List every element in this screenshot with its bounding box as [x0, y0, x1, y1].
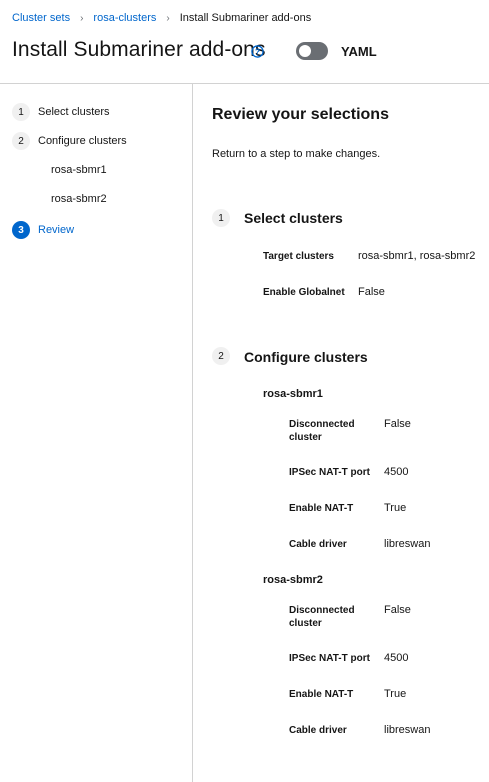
step-number: 2	[12, 132, 30, 150]
review-title: Review your selections	[212, 106, 389, 123]
label-line: cluster	[289, 432, 322, 443]
target-clusters-value: rosa-sbmr1, rosa-sbmr2	[358, 250, 476, 262]
cable-driver-value: libreswan	[384, 724, 431, 736]
nav-step-label: Review	[38, 224, 75, 236]
breadcrumb-rosa-clusters-link[interactable]: rosa-clusters	[93, 12, 156, 24]
cluster-name-rosa-sbmr2: rosa-sbmr2	[263, 574, 323, 586]
help-icon[interactable]: ?	[251, 45, 264, 58]
disconnected-cluster-value: False	[384, 418, 411, 430]
enable-globalnet-label: Enable Globalnet	[263, 287, 345, 298]
yaml-toggle-label: YAML	[341, 44, 377, 59]
nav-step-configure-clusters[interactable]: 2 Configure clusters	[12, 132, 127, 150]
enable-globalnet-value: False	[358, 286, 385, 298]
yaml-toggle[interactable]	[296, 42, 328, 60]
chevron-right-icon: ›	[80, 12, 84, 24]
step-number: 1	[12, 103, 30, 121]
section-number: 1	[212, 209, 230, 227]
breadcrumb-current: Install Submariner add-ons	[179, 12, 312, 24]
nav-sub-item-rosa-sbmr1[interactable]: rosa-sbmr1	[51, 164, 107, 176]
enable-nat-t-label: Enable NAT-T	[289, 689, 354, 700]
toggle-knob	[299, 45, 311, 57]
target-clusters-label: Target clusters	[263, 251, 334, 262]
label-line: Disconnected	[289, 419, 355, 430]
nav-step-label: Configure clusters	[38, 135, 127, 147]
chevron-right-icon: ›	[166, 12, 170, 24]
review-panel: Review your selections Return to a step …	[193, 84, 489, 782]
ipsec-nat-t-port-label: IPSec NAT-T port	[289, 653, 370, 664]
breadcrumb: Cluster sets › rosa-clusters › Install S…	[12, 12, 311, 24]
cable-driver-value: libreswan	[384, 538, 431, 550]
page-header: Cluster sets › rosa-clusters › Install S…	[0, 0, 489, 84]
svg-text:?: ?	[255, 46, 260, 56]
nav-step-review[interactable]: 3 Review	[12, 221, 74, 239]
breadcrumb-cluster-sets-link[interactable]: Cluster sets	[12, 12, 70, 24]
label-line: Disconnected	[289, 605, 355, 616]
cable-driver-label: Cable driver	[289, 725, 347, 736]
ipsec-nat-t-port-value: 4500	[384, 466, 409, 478]
ipsec-nat-t-port-label: IPSec NAT-T port	[289, 467, 370, 478]
disconnected-cluster-value: False	[384, 604, 411, 616]
step-number: 3	[12, 221, 30, 239]
cable-driver-label: Cable driver	[289, 539, 347, 550]
cluster-name-rosa-sbmr1: rosa-sbmr1	[263, 388, 323, 400]
enable-nat-t-value: True	[384, 688, 407, 700]
enable-nat-t-value: True	[384, 502, 407, 514]
disconnected-cluster-label: Disconnected cluster	[289, 418, 355, 444]
section-title-select-clusters: Select clusters	[244, 210, 343, 226]
nav-step-select-clusters[interactable]: 1 Select clusters	[12, 103, 110, 121]
ipsec-nat-t-port-value: 4500	[384, 652, 409, 664]
enable-nat-t-label: Enable NAT-T	[289, 503, 354, 514]
nav-sub-item-rosa-sbmr2[interactable]: rosa-sbmr2	[51, 193, 107, 205]
wizard-nav: 1 Select clusters 2 Configure clusters r…	[0, 84, 193, 782]
disconnected-cluster-label: Disconnected cluster	[289, 604, 355, 630]
nav-step-label: Select clusters	[38, 106, 110, 118]
section-title-configure-clusters: Configure clusters	[244, 349, 368, 365]
review-subtitle: Return to a step to make changes.	[212, 148, 381, 160]
page-title: Install Submariner add-ons	[12, 38, 266, 61]
section-number: 2	[212, 347, 230, 365]
label-line: cluster	[289, 618, 322, 629]
